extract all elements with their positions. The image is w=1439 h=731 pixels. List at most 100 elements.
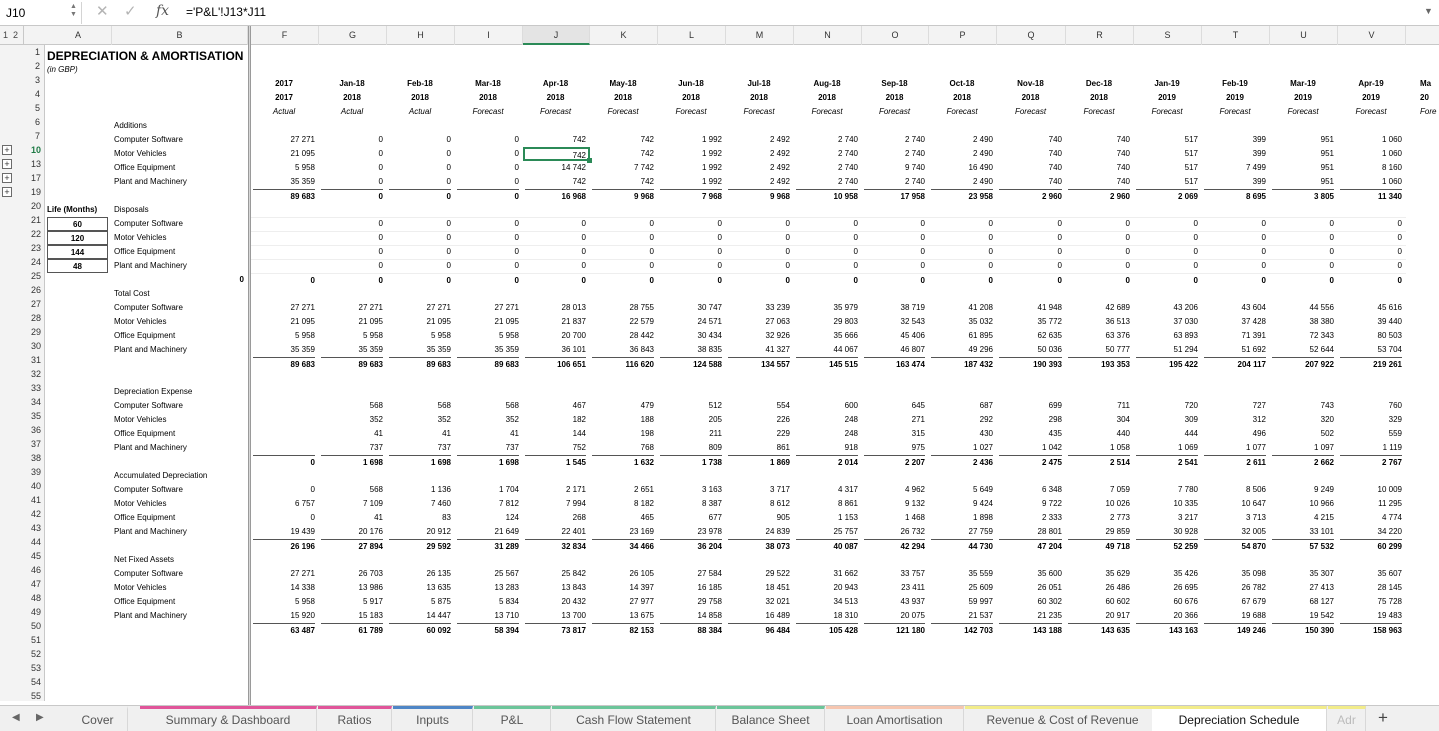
row-header-33[interactable]: 33 [31,383,41,393]
accumulated-depreciation-value[interactable]: 3 217 [1136,511,1198,525]
net-fixed-assets-value[interactable]: 28 145 [1340,581,1402,595]
period-type[interactable]: Forecast [1204,105,1266,119]
accumulated-depreciation-value[interactable]: 8 612 [728,497,790,511]
depreciation-expense-value[interactable]: 271 [864,413,925,427]
additions-value[interactable]: 740 [1068,161,1130,175]
outline-level-2[interactable]: 2 [13,30,18,40]
total-cost-value[interactable]: 36 101 [525,343,586,357]
additions-value[interactable]: 742 [525,175,586,189]
depreciation-expense-value[interactable]: 760 [1340,399,1402,413]
net-fixed-assets-value[interactable]: 5 958 [253,595,315,609]
total-cost-total[interactable]: 219 261 [1340,357,1402,371]
net-fixed-assets-value[interactable]: 25 609 [931,581,993,595]
additions-total[interactable]: 0 [321,189,383,203]
total-cost-value[interactable]: 36 843 [592,343,654,357]
total-cost-value[interactable]: 5 958 [389,329,451,343]
net-fixed-assets-value[interactable]: 19 688 [1204,609,1266,623]
total-cost-value[interactable]: 44 067 [796,343,858,357]
net-fixed-assets-value[interactable]: 16 489 [728,609,790,623]
net-fixed-assets-value[interactable]: 26 135 [389,567,451,581]
additions-total[interactable]: 8 695 [1204,189,1266,203]
additions-value[interactable]: 2 492 [728,175,790,189]
row-header-42[interactable]: 42 [31,509,41,519]
period-year[interactable]: 2019 [1272,91,1334,105]
depreciation-expense-value[interactable]: 435 [999,427,1062,441]
period-month[interactable]: Nov-18 [999,77,1062,91]
disposals-header[interactable]: Disposals [114,203,244,217]
depreciation-expense-value[interactable]: 1 077 [1204,441,1266,455]
accumulated-depreciation-value[interactable]: 3 163 [660,483,722,497]
total-cost-value[interactable]: 29 803 [796,315,858,329]
period-type[interactable]: Forecast [1272,105,1334,119]
total-cost-value[interactable]: 24 571 [660,315,722,329]
net-fixed-assets-value[interactable]: 27 584 [660,567,722,581]
period-month[interactable]: Mar-19 [1272,77,1334,91]
freeze-pane-divider[interactable] [248,26,251,706]
accumulated-depreciation-value[interactable]: 83 [389,511,451,525]
row-header-38[interactable]: 38 [31,453,41,463]
period-type[interactable]: Forecast [931,105,993,119]
additions-value[interactable]: 740 [1068,175,1130,189]
accumulated-depreciation-total[interactable]: 57 532 [1272,539,1334,553]
net-fixed-assets-total[interactable]: 143 635 [1068,623,1130,637]
total-cost-total[interactable]: 89 683 [389,357,451,371]
row-header-21[interactable]: 21 [31,215,41,225]
period-month[interactable]: Oct-18 [931,77,993,91]
depreciation-expense-total[interactable]: 1 698 [321,455,383,469]
depreciation-expense-value[interactable]: 1 119 [1340,441,1402,455]
net-fixed-assets-value[interactable]: 60 302 [999,595,1062,609]
row-header-47[interactable]: 47 [31,579,41,589]
depreciation-expense-value[interactable]: 699 [999,399,1062,413]
accumulated-depreciation-value[interactable]: 20 912 [389,525,451,539]
net-fixed-assets-value[interactable]: 19 483 [1340,609,1402,623]
total-cost-value[interactable]: 41 208 [931,301,993,315]
total-cost-value[interactable]: 39 440 [1340,315,1402,329]
period-type[interactable]: Forecast [660,105,722,119]
life-months-value[interactable]: 60 [47,217,108,231]
net-fixed-assets-value[interactable]: 31 662 [796,567,858,581]
depreciation-expense-value[interactable]: 711 [1068,399,1130,413]
row-header-31[interactable]: 31 [31,355,41,365]
row-header-53[interactable]: 53 [31,663,41,673]
net-fixed-assets-total[interactable]: 158 963 [1340,623,1402,637]
depreciation-expense-value[interactable]: 737 [321,441,383,455]
total-cost-value[interactable]: 27 271 [253,301,315,315]
additions-value[interactable]: 740 [999,175,1062,189]
total-cost-total[interactable]: 190 393 [999,357,1062,371]
accumulated-depreciation-value[interactable]: 2 333 [999,511,1062,525]
sheet-tab-inputs[interactable]: Inputs [393,706,473,731]
accumulated-depreciation-value[interactable]: 6 757 [253,497,315,511]
accumulated-depreciation-value[interactable]: 905 [728,511,790,525]
net-fixed-assets-total[interactable]: 58 394 [457,623,519,637]
total-cost-value[interactable]: 27 271 [389,301,451,315]
accumulated-depreciation-value[interactable]: 9 424 [931,497,993,511]
depreciation-expense-value[interactable]: 440 [1068,427,1130,441]
period-month[interactable]: Jan-19 [1136,77,1198,91]
total-cost-value[interactable]: 63 893 [1136,329,1198,343]
sheet-tab-revenue-cost-of-revenue[interactable]: Revenue & Cost of Revenue [965,706,1161,731]
additions-value[interactable]: 2 740 [796,147,858,161]
accumulated-depreciation-item-label[interactable]: Office Equipment [114,511,244,525]
additions-value[interactable]: 2 740 [864,147,925,161]
net-fixed-assets-value[interactable]: 27 977 [592,595,654,609]
additions-value[interactable]: 27 271 [253,133,315,147]
disposals-item-label[interactable]: Plant and Machinery [114,259,244,273]
additions-value[interactable]: 2 740 [864,175,925,189]
accumulated-depreciation-value[interactable]: 1 704 [457,483,519,497]
sheet-tab-cover[interactable]: Cover [68,706,128,731]
additions-value[interactable]: 2 490 [931,133,993,147]
total-cost-total[interactable]: 134 557 [728,357,790,371]
depreciation-expense-value[interactable]: 312 [1204,413,1266,427]
column-header-h[interactable]: H [387,26,455,45]
row-header-29[interactable]: 29 [31,327,41,337]
depreciation-expense-total[interactable]: 2 662 [1272,455,1334,469]
sheet-tab-balance-sheet[interactable]: Balance Sheet [717,706,825,731]
additions-total[interactable]: 17 958 [864,189,925,203]
accumulated-depreciation-value[interactable]: 7 812 [457,497,519,511]
additions-value[interactable]: 5 958 [253,161,315,175]
sheet-tab-loan-amortisation[interactable]: Loan Amortisation [826,706,964,731]
accumulated-depreciation-value[interactable]: 1 153 [796,511,858,525]
accumulated-depreciation-value[interactable]: 10 026 [1068,497,1130,511]
additions-value[interactable]: 517 [1136,161,1198,175]
net-fixed-assets-total[interactable]: 60 092 [389,623,451,637]
